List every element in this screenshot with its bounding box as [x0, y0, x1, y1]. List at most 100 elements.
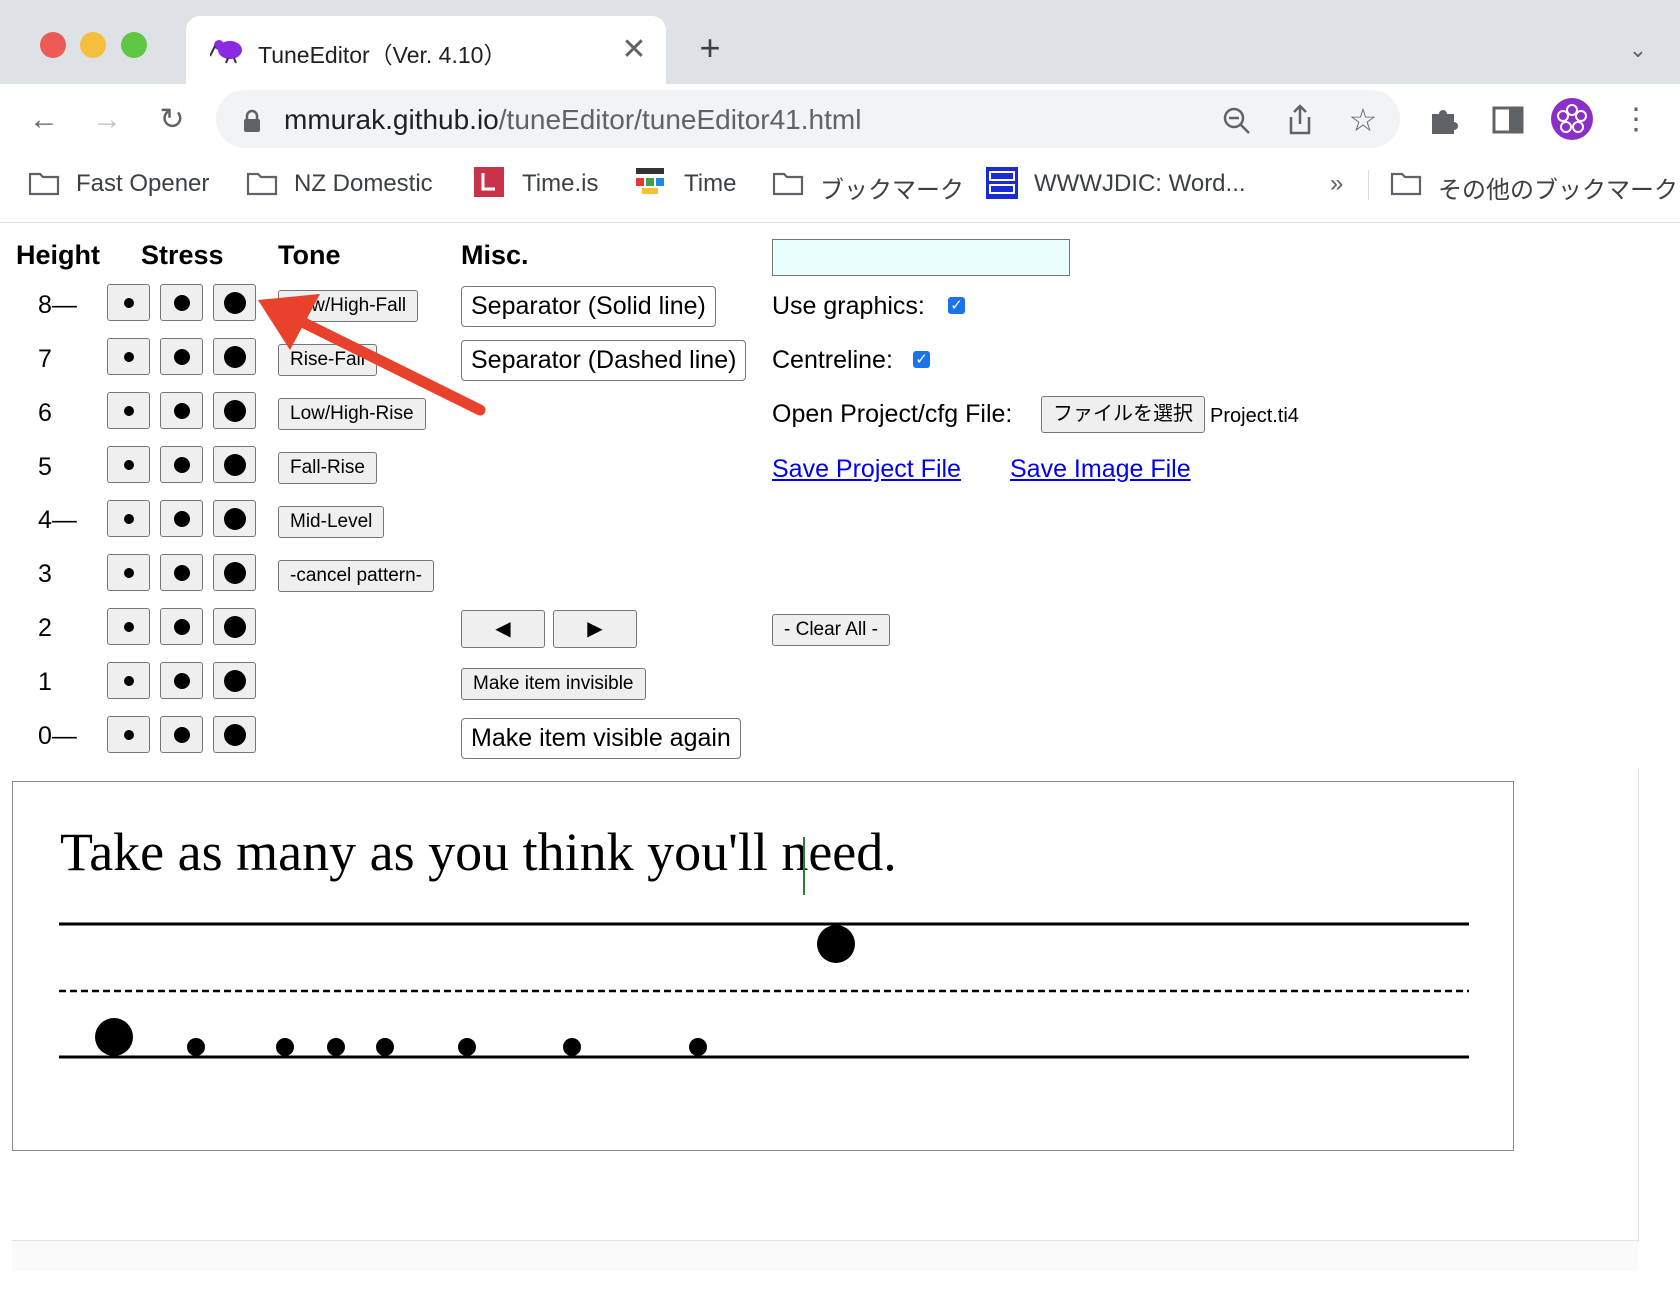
stress-dot-icon	[173, 348, 190, 365]
stress-dot-icon	[173, 618, 190, 635]
clear-all-button[interactable]: - Clear All -	[772, 614, 890, 646]
separator-dashed-button[interactable]: Separator (Dashed line)	[461, 340, 747, 381]
back-icon[interactable]: ←	[24, 100, 64, 140]
tab-search-chevron-icon[interactable]: ⌄	[1618, 30, 1658, 70]
save-image-link[interactable]: Save Image File	[1010, 455, 1191, 484]
stress-weak-button[interactable]	[107, 500, 150, 537]
misc-header: Misc.	[461, 240, 529, 270]
move-left-button[interactable]: ◀	[461, 610, 545, 648]
tune-dot	[689, 1038, 707, 1056]
stress-medium-button[interactable]	[160, 284, 203, 321]
stress-medium-button[interactable]	[160, 608, 203, 645]
lock-icon	[244, 109, 260, 132]
stress-strong-button[interactable]	[213, 716, 256, 753]
tune-dot	[817, 925, 855, 963]
stress-strong-button[interactable]	[213, 554, 256, 591]
stress-medium-button[interactable]	[160, 554, 203, 591]
stress-strong-button[interactable]	[213, 608, 256, 645]
make-invisible-button[interactable]: Make item invisible	[461, 668, 646, 700]
stress-medium-button[interactable]	[160, 500, 203, 537]
close-window-button[interactable]	[40, 32, 66, 58]
stress-medium-button[interactable]	[160, 716, 203, 753]
bookmark-time-is[interactable]: Time.is	[522, 170, 598, 198]
bookmark-wwwjdic[interactable]: WWWJDIC: Word...	[1034, 170, 1246, 198]
stress-dot-icon	[123, 297, 134, 308]
use-graphics-label: Use graphics:	[772, 292, 925, 320]
bookmark-time[interactable]: Time	[684, 170, 736, 198]
stress-dot-icon	[123, 513, 134, 524]
height-label: 2	[38, 614, 52, 642]
stress-weak-button[interactable]	[107, 446, 150, 483]
stress-medium-button[interactable]	[160, 446, 203, 483]
move-right-button[interactable]: ▶	[553, 610, 637, 648]
stress-dot-icon	[173, 726, 190, 743]
tone-mid-level-button[interactable]: Mid-Level	[278, 506, 385, 538]
height-label: 8—	[38, 291, 77, 319]
stress-dot-icon	[173, 510, 190, 527]
url-host: mmurak.github.io	[284, 104, 499, 135]
tone-header: Tone	[278, 240, 341, 270]
stress-dot-icon	[223, 561, 246, 584]
maximize-window-button[interactable]	[121, 32, 147, 58]
height-label: 1	[38, 668, 52, 696]
stress-medium-button[interactable]	[160, 662, 203, 699]
height-label: 3	[38, 560, 52, 588]
minimize-window-button[interactable]	[80, 32, 106, 58]
horizontal-scrollbar[interactable]	[12, 1240, 1638, 1271]
stress-dot-icon	[123, 405, 134, 416]
height-label: 0—	[38, 722, 77, 750]
bookmark-nz-domestic[interactable]: NZ Domestic	[294, 170, 433, 198]
use-graphics-checkbox[interactable]: ✓	[948, 297, 965, 314]
tone-fall-rise-button[interactable]: Fall-Rise	[278, 452, 377, 484]
stress-strong-button[interactable]	[213, 500, 256, 537]
tune-dot	[376, 1038, 394, 1056]
annotation-arrow-icon	[258, 294, 486, 416]
separator-solid-button[interactable]: Separator (Solid line)	[461, 286, 716, 327]
stress-dot-icon	[173, 294, 190, 311]
folder-icon	[28, 172, 60, 196]
bookmark-other-bookmarks[interactable]: その他のブックマーク	[1438, 170, 1678, 205]
stress-strong-button[interactable]	[213, 446, 256, 483]
bookmark-star-icon[interactable]: ☆	[1343, 100, 1383, 140]
zoom-out-icon[interactable]	[1222, 106, 1252, 136]
text-input[interactable]	[772, 239, 1070, 276]
stress-medium-button[interactable]	[160, 392, 203, 429]
stress-weak-button[interactable]	[107, 338, 150, 375]
vertical-scrollbar[interactable]	[1638, 768, 1680, 1242]
bookmark-bookmarks-jp[interactable]: ブックマーク	[820, 170, 964, 205]
stress-weak-button[interactable]	[107, 284, 150, 321]
make-visible-button[interactable]: Make item visible again	[461, 718, 741, 759]
share-icon[interactable]	[1286, 104, 1314, 136]
more-bookmarks-chevron[interactable]: »	[1330, 170, 1343, 198]
stress-weak-button[interactable]	[107, 716, 150, 753]
tune-dot	[276, 1038, 294, 1056]
stress-dot-icon	[123, 351, 134, 362]
stress-weak-button[interactable]	[107, 554, 150, 591]
menu-kebab-icon[interactable]: ⋮	[1616, 100, 1656, 140]
stress-weak-button[interactable]	[107, 608, 150, 645]
close-tab-icon[interactable]: ✕	[614, 30, 654, 70]
stress-weak-button[interactable]	[107, 392, 150, 429]
profile-avatar-icon[interactable]	[1550, 97, 1594, 141]
stress-strong-button[interactable]	[213, 662, 256, 699]
save-project-link[interactable]: Save Project File	[772, 455, 961, 484]
height-label: 6	[38, 399, 52, 427]
choose-file-button[interactable]: ファイルを選択	[1041, 396, 1205, 433]
stress-weak-button[interactable]	[107, 662, 150, 699]
reload-icon[interactable]: ↻	[152, 100, 192, 140]
tone-cancel-pattern-button[interactable]: -cancel pattern-	[278, 560, 435, 592]
stress-medium-button[interactable]	[160, 338, 203, 375]
side-panel-icon[interactable]	[1492, 106, 1524, 134]
tune-dot	[458, 1038, 476, 1056]
forward-icon[interactable]: →	[87, 100, 127, 140]
extensions-puzzle-icon[interactable]	[1428, 104, 1460, 136]
kiwi-favicon-icon	[210, 40, 242, 64]
time-is-favicon-icon	[474, 167, 504, 197]
stress-header: Stress	[141, 240, 224, 270]
tune-drawing: Take as many as you think you'll need.	[59, 822, 1469, 1059]
new-tab-icon[interactable]: +	[690, 28, 730, 68]
centreline-checkbox[interactable]: ✓	[913, 351, 930, 368]
tune-dot	[187, 1038, 205, 1056]
bookmark-fast-opener[interactable]: Fast Opener	[76, 170, 209, 198]
folder-icon	[246, 172, 278, 196]
